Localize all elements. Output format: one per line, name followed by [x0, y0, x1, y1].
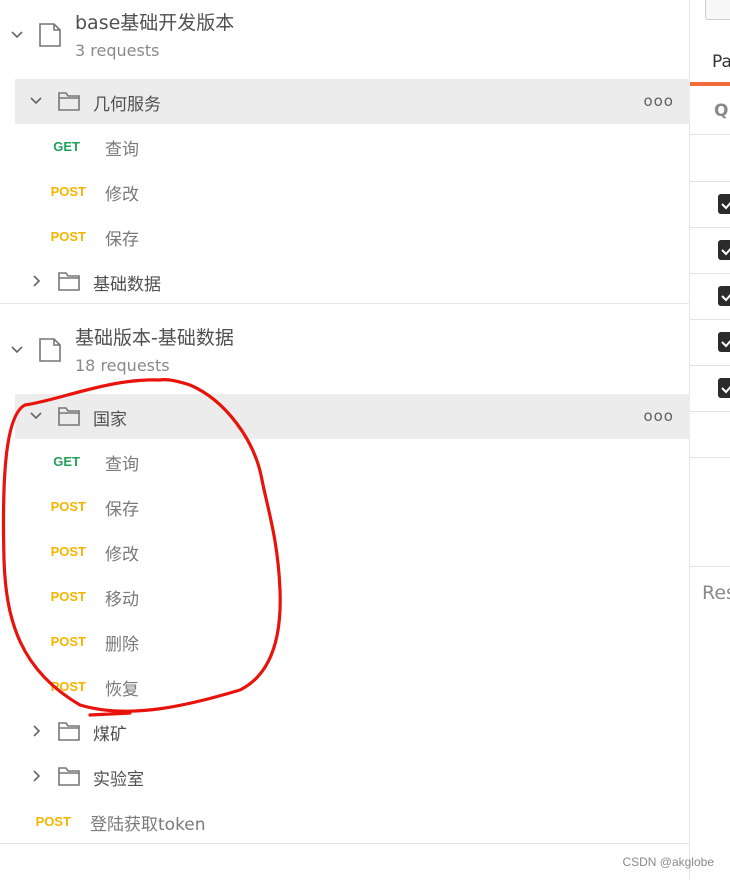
folder-basic-data[interactable]: 基础数据 — [15, 259, 690, 304]
method-badge: POST — [35, 814, 71, 829]
folder-name: 煤矿 — [93, 725, 127, 745]
divider — [690, 181, 730, 182]
request-item[interactable]: POST 恢复 — [0, 664, 690, 709]
request-item[interactable]: POST 修改 — [0, 169, 690, 214]
request-name: 查询 — [105, 455, 139, 475]
folder-icon — [58, 722, 80, 741]
method-badge: POST — [50, 184, 86, 199]
request-name: 登陆获取token — [90, 815, 206, 835]
request-name: 移动 — [105, 590, 139, 610]
param-checkbox[interactable] — [718, 332, 730, 352]
chevron-right-icon[interactable] — [29, 769, 43, 783]
folder-laboratory[interactable]: 实验室 — [15, 754, 690, 799]
folder-name: 几何服务 — [93, 95, 161, 115]
request-item[interactable]: POST 保存 — [0, 484, 690, 529]
collection-basic-version[interactable]: 基础版本-基础数据 18 requests — [0, 315, 690, 393]
chevron-down-icon[interactable] — [10, 28, 24, 42]
request-name: 恢复 — [105, 680, 139, 700]
method-badge: GET — [53, 454, 80, 469]
param-checkbox[interactable] — [718, 378, 730, 398]
request-item[interactable]: GET 查询 — [0, 439, 690, 484]
param-checkbox[interactable] — [718, 286, 730, 306]
divider — [690, 319, 730, 320]
collection-request-count: 18 requests — [75, 356, 170, 375]
chevron-right-icon[interactable] — [29, 274, 43, 288]
top-input-partial[interactable] — [705, 0, 730, 20]
folder-coal-mine[interactable]: 煤矿 — [15, 709, 690, 754]
param-checkbox[interactable] — [718, 240, 730, 260]
chevron-down-icon[interactable] — [10, 343, 24, 357]
divider — [690, 566, 730, 567]
collections-sidebar: base基础开发版本 3 requests 几何服务 ooo GET 查询 PO… — [0, 0, 690, 880]
folder-name: 基础数据 — [93, 275, 161, 295]
collection-icon — [39, 338, 61, 362]
request-item[interactable]: POST 修改 — [0, 529, 690, 574]
folder-geometry-service[interactable]: 几何服务 ooo — [15, 79, 690, 124]
method-badge: POST — [50, 589, 86, 604]
request-name: 保存 — [105, 500, 139, 520]
chevron-right-icon[interactable] — [29, 724, 43, 738]
folder-icon — [58, 272, 80, 291]
folder-name: 国家 — [93, 410, 127, 430]
request-editor-panel: Pa Q Res — [690, 0, 730, 880]
folder-icon — [58, 92, 80, 111]
request-name: 修改 — [105, 545, 139, 565]
watermark: CSDN @akglobe — [622, 855, 714, 869]
method-badge: POST — [50, 499, 86, 514]
divider — [690, 365, 730, 366]
method-badge: POST — [50, 679, 86, 694]
chevron-down-icon[interactable] — [29, 94, 43, 108]
request-name: 删除 — [105, 635, 139, 655]
request-name: 查询 — [105, 140, 139, 160]
divider — [690, 411, 730, 412]
collection-base[interactable]: base基础开发版本 3 requests — [0, 0, 690, 78]
folder-icon — [58, 767, 80, 786]
method-badge: POST — [50, 634, 86, 649]
more-options-icon[interactable]: ooo — [643, 92, 674, 110]
divider — [690, 457, 730, 458]
request-item[interactable]: POST 删除 — [0, 619, 690, 664]
chevron-down-icon[interactable] — [29, 409, 43, 423]
divider — [690, 227, 730, 228]
collection-name: base基础开发版本 — [75, 12, 235, 34]
folder-icon — [58, 407, 80, 426]
method-badge: POST — [50, 229, 86, 244]
method-badge: POST — [50, 544, 86, 559]
request-item[interactable]: POST 保存 — [0, 214, 690, 259]
param-checkbox[interactable] — [718, 194, 730, 214]
collection-name: 基础版本-基础数据 — [75, 327, 234, 349]
request-name: 修改 — [105, 185, 139, 205]
collection-request-count: 3 requests — [75, 41, 160, 60]
request-name: 保存 — [105, 230, 139, 250]
request-item[interactable]: GET 查询 — [0, 124, 690, 169]
divider — [0, 843, 690, 844]
tab-params[interactable]: Pa — [712, 52, 730, 72]
divider — [690, 273, 730, 274]
response-label: Res — [702, 582, 730, 604]
request-item-login-token[interactable]: POST 登陆获取token — [0, 799, 690, 844]
divider — [690, 134, 730, 135]
more-options-icon[interactable]: ooo — [643, 407, 674, 425]
request-item[interactable]: POST 移动 — [0, 574, 690, 619]
folder-name: 实验室 — [93, 770, 144, 790]
active-tab-indicator — [690, 82, 730, 86]
collection-icon — [39, 23, 61, 47]
folder-country[interactable]: 国家 ooo — [15, 394, 690, 439]
divider — [0, 303, 690, 304]
query-params-label: Q — [714, 101, 729, 121]
method-badge: GET — [53, 139, 80, 154]
